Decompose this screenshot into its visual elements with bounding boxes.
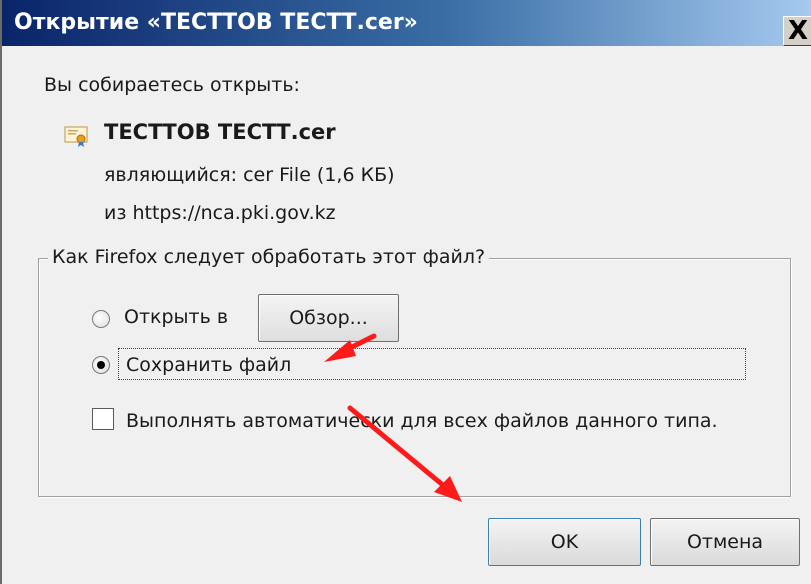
radio-selected-dot xyxy=(97,361,105,369)
open-with-label[interactable]: Открыть в xyxy=(124,306,228,328)
file-source-url: из https://nca.pki.gov.kz xyxy=(104,202,336,224)
action-group-legend: Как Firefox следует обработать этот файл… xyxy=(48,246,490,268)
file-open-dialog: Открытие «ТЕСТТОВ ТЕСТТ.cer» X Вы собира… xyxy=(0,0,811,584)
window-title: Открытие «ТЕСТТОВ ТЕСТТ.cer» xyxy=(14,10,418,35)
open-with-radio[interactable] xyxy=(92,310,110,328)
close-button[interactable]: X xyxy=(783,16,811,46)
auto-action-checkbox[interactable] xyxy=(92,408,114,430)
title-bar[interactable]: Открытие «ТЕСТТОВ ТЕСТТ.cer» xyxy=(2,0,811,46)
file-type-info: являющийся: cer File (1,6 КБ) xyxy=(104,164,395,186)
open-prompt: Вы собираетесь открыть: xyxy=(44,74,300,96)
ok-button[interactable]: OK xyxy=(488,518,641,566)
browse-button[interactable]: Обзор... xyxy=(258,294,399,342)
save-file-radio[interactable] xyxy=(92,356,110,374)
save-file-label[interactable]: Сохранить файл xyxy=(126,354,291,376)
file-name: ТЕСТТОВ ТЕСТТ.cer xyxy=(104,120,336,144)
cancel-button[interactable]: Отмена xyxy=(650,518,800,566)
auto-action-label[interactable]: Выполнять автоматически для всех файлов … xyxy=(126,410,718,432)
certificate-icon xyxy=(64,126,88,147)
